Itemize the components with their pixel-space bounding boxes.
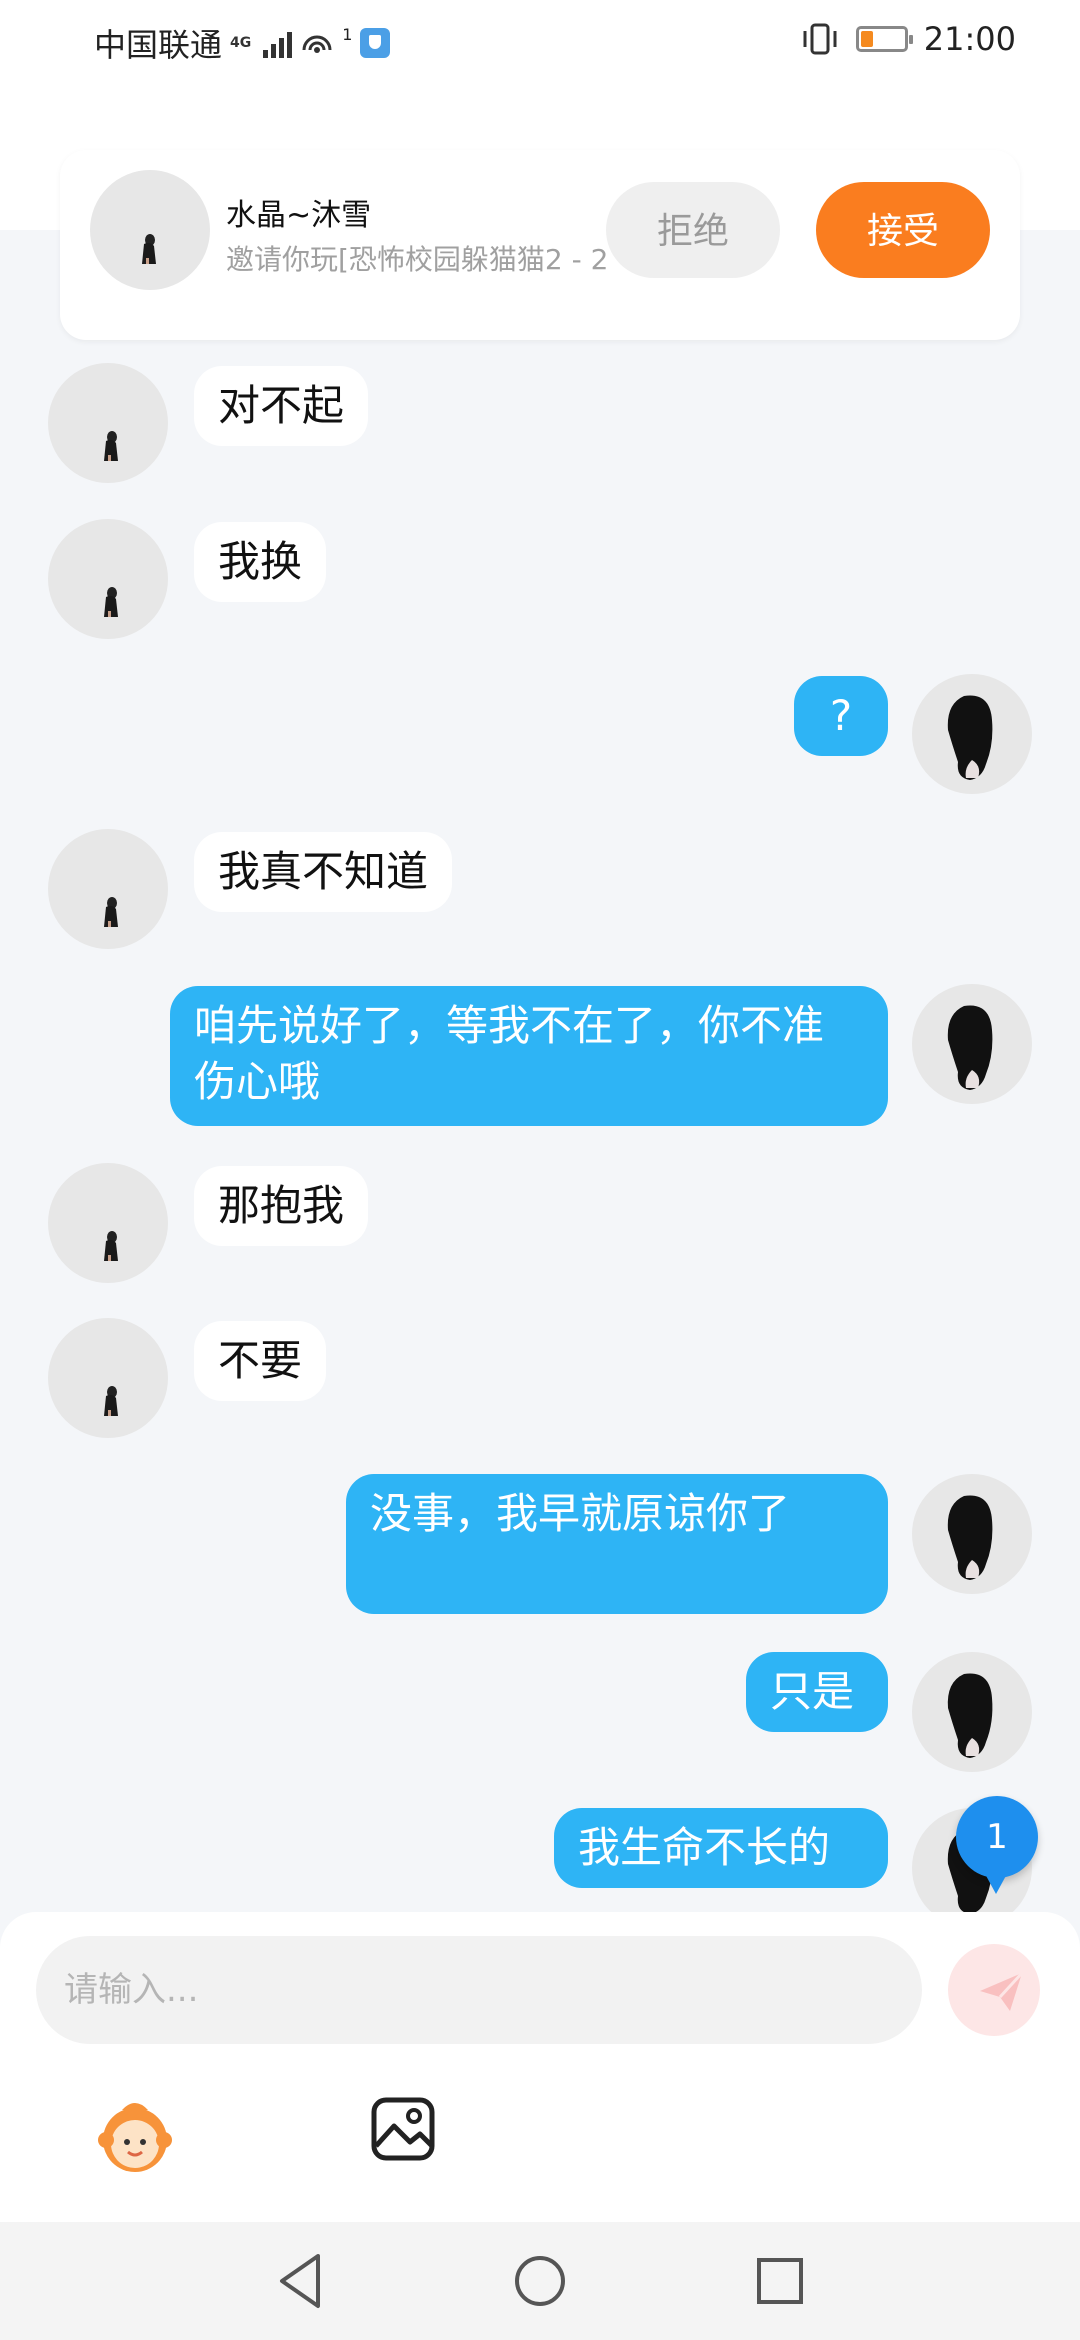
send-button[interactable]	[948, 1944, 1040, 2036]
my-avatar[interactable]	[912, 984, 1032, 1104]
contact-avatar[interactable]	[48, 829, 168, 949]
home-button[interactable]	[505, 2246, 575, 2316]
my-avatar[interactable]	[912, 1652, 1032, 1772]
status-right: 21:00	[800, 20, 1016, 58]
message-bubble-outgoing[interactable]: 我生命不长的	[554, 1808, 888, 1888]
back-icon	[280, 2254, 320, 2308]
message-input[interactable]	[36, 1936, 922, 2044]
image-icon	[371, 2097, 435, 2161]
image-button[interactable]	[370, 2096, 436, 2162]
status-left: 中国联通 4G 1	[94, 20, 391, 66]
message-bubble-incoming[interactable]: 对不起	[194, 366, 369, 446]
clock: 21:00	[923, 20, 1016, 58]
message-bubble-incoming[interactable]: 我真不知道	[194, 832, 453, 912]
message-bubble-incoming[interactable]: 那抱我	[194, 1166, 369, 1246]
my-avatar[interactable]	[912, 674, 1032, 794]
vibrate-icon	[803, 23, 837, 55]
my-avatar[interactable]	[912, 1474, 1032, 1594]
composer-panel	[0, 1912, 1080, 2222]
signal-icon	[263, 28, 293, 58]
contact-avatar[interactable]	[48, 1163, 168, 1283]
send-icon	[980, 1971, 1024, 2011]
emoji-icon	[98, 2103, 172, 2172]
message-bubble-incoming[interactable]: 不要	[194, 1321, 327, 1401]
carrier-name: 中国联通	[94, 26, 223, 64]
accept-button[interactable]: 接受	[816, 182, 990, 278]
contact-avatar[interactable]	[48, 1318, 168, 1438]
message-bubble-incoming[interactable]: 我换	[194, 522, 327, 602]
shield-icon	[360, 28, 391, 58]
inviter-avatar[interactable]	[90, 170, 210, 290]
message-bubble-outgoing[interactable]: 没事，我早就原谅你了	[346, 1474, 888, 1614]
message-bubble-outgoing[interactable]: ?	[794, 676, 888, 756]
sim-index: 1	[342, 24, 353, 44]
reject-button[interactable]: 拒绝	[606, 182, 780, 278]
home-icon	[515, 2256, 565, 2306]
back-button[interactable]	[266, 2246, 336, 2316]
game-invite-card: 水晶~沐雪 邀请你玩[恐怖校园躲猫猫2 - 2 拒绝 接受	[60, 150, 1020, 340]
recents-button[interactable]	[745, 2246, 815, 2316]
status-bar: 中国联通 4G 1 21:00	[0, 0, 1080, 88]
recents-icon	[757, 2258, 803, 2304]
contact-avatar[interactable]	[48, 519, 168, 639]
battery-icon	[855, 26, 913, 52]
message-bubble-outgoing[interactable]: 咱先说好了，等我不在了，你不准伤心哦	[170, 986, 888, 1126]
network-type: 4G	[230, 35, 252, 51]
emoji-button[interactable]	[92, 2092, 178, 2178]
hotspot-icon	[302, 35, 332, 53]
message-bubble-outgoing[interactable]: 只是	[746, 1652, 888, 1732]
system-nav-bar	[0, 2222, 1080, 2340]
unread-count-badge[interactable]: 1	[956, 1796, 1038, 1894]
inviter-name: 水晶~沐雪	[226, 198, 372, 233]
contact-avatar[interactable]	[48, 363, 168, 483]
